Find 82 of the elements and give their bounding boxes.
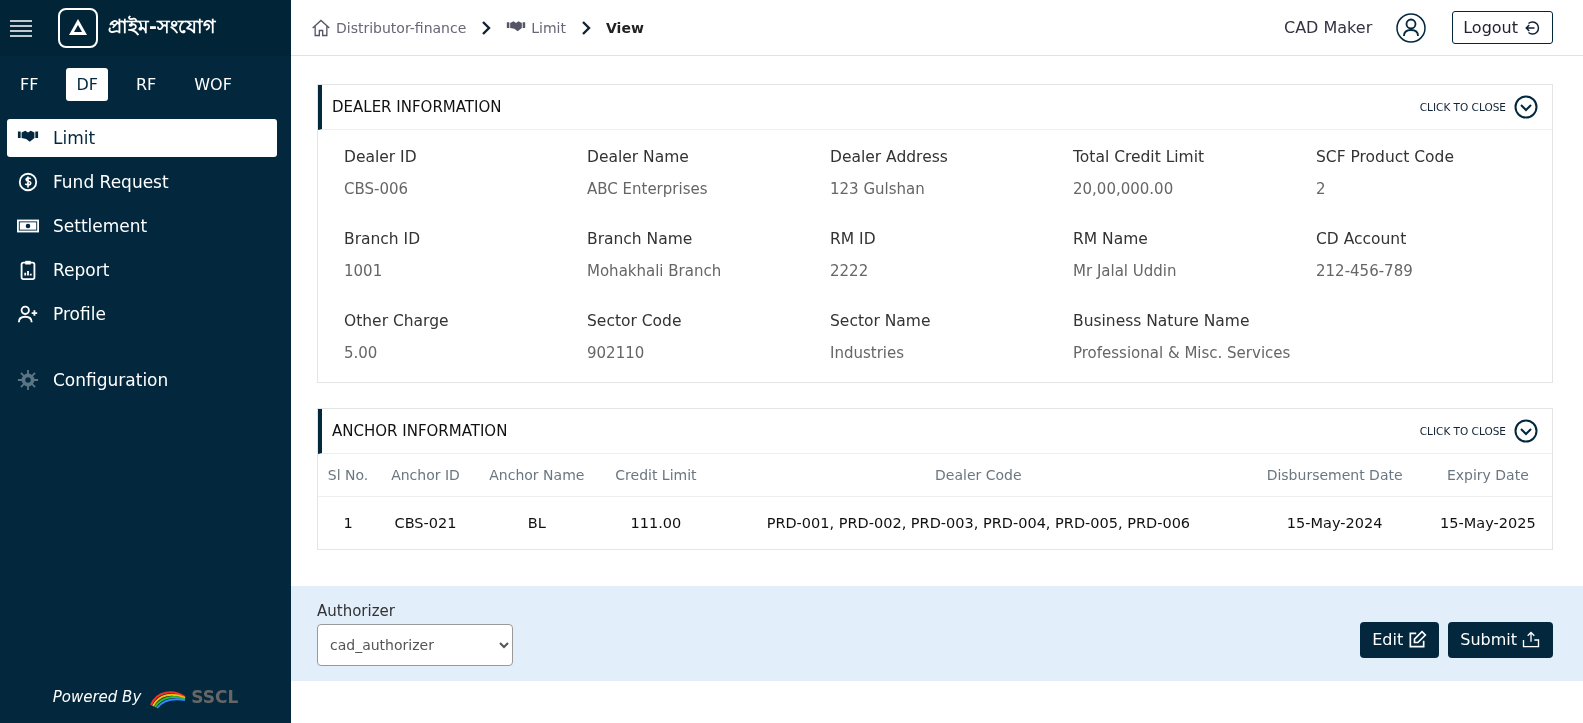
gear-icon (17, 369, 39, 391)
collapse-toggle[interactable]: CLICK TO CLOSE (1413, 418, 1544, 444)
field-value: Mohakhali Branch (587, 262, 723, 280)
sidebar-item[interactable]: Fund Request (7, 163, 277, 201)
chevron-right-icon (480, 20, 493, 35)
field-label: Sector Code (587, 312, 683, 330)
sidebar-item[interactable]: Settlement (7, 207, 277, 245)
field-label: RM ID (830, 230, 877, 248)
field-label: SCF Product Code (1316, 148, 1455, 166)
breadcrumb-item: View (606, 19, 644, 36)
menu-icon[interactable] (10, 19, 32, 37)
field-value: 5.00 (344, 344, 379, 362)
field-label: Total Credit Limit (1073, 148, 1206, 166)
field-label: Dealer ID (344, 148, 418, 166)
powered-by-label: Powered By (52, 688, 142, 706)
user-avatar-icon[interactable] (1396, 12, 1427, 43)
field-value: ABC Enterprises (587, 180, 709, 198)
column-header: Expiry Date (1423, 454, 1552, 497)
column-header: Credit Limit (600, 454, 712, 497)
module-tab[interactable]: RF (125, 68, 167, 101)
module-tab[interactable]: WOF (184, 68, 242, 101)
field-value: Industries (830, 344, 906, 362)
dollar-icon (17, 171, 39, 193)
section-title: ANCHOR INFORMATION (332, 422, 509, 440)
field-label: Branch Name (587, 230, 694, 248)
field-label: Branch ID (344, 230, 422, 248)
collapse-toggle[interactable]: CLICK TO CLOSE (1413, 94, 1544, 120)
field-label: Sector Name (830, 312, 932, 330)
module-tab[interactable]: DF (66, 68, 108, 101)
field-value: 212-456-789 (1316, 262, 1414, 280)
field-value: 902110 (587, 344, 646, 362)
table-cell: 111.00 (600, 496, 712, 549)
field-label: Dealer Address (830, 148, 949, 166)
module-tab[interactable]: FF (10, 68, 49, 101)
field-value: Professional & Misc. Services (1073, 344, 1292, 362)
field-value: 2 (1316, 180, 1327, 198)
field-value: 123 Gulshan (830, 180, 926, 198)
field-label: Business Nature Name (1073, 312, 1251, 330)
submit-button[interactable]: Submit (1448, 621, 1553, 658)
chevron-down-icon (1514, 419, 1538, 443)
field-value: Mr Jalal Uddin (1073, 262, 1178, 280)
chevron-right-icon (580, 20, 592, 35)
edit-button[interactable]: Edit (1360, 621, 1440, 658)
user-name: CAD Maker (1283, 18, 1373, 37)
logout-button[interactable]: Logout (1452, 11, 1553, 44)
sidebar-item[interactable]: Configuration (7, 361, 277, 399)
column-header: Sl No. (318, 454, 378, 497)
column-header: Anchor Name (473, 454, 601, 497)
table-cell: 1 (318, 496, 378, 549)
field-label: Dealer Name (587, 148, 690, 166)
sidebar-item[interactable]: Report (7, 251, 277, 289)
logout-icon (1524, 18, 1542, 37)
logo-icon (58, 8, 98, 48)
authorizer-select[interactable]: cad_authorizer (317, 623, 513, 666)
field-label: Other Charge (344, 312, 450, 330)
authorizer-label: Authorizer (317, 601, 396, 620)
brand-name: প্রাইম-সংযোগ (108, 14, 215, 39)
section-title: DEALER INFORMATION (332, 98, 503, 116)
user-plus-icon (17, 303, 39, 325)
field-value: CBS-006 (344, 180, 410, 198)
table-cell: CBS-021 (378, 496, 473, 549)
column-header: Dealer Code (711, 454, 1246, 497)
sidebar-item[interactable]: Limit (7, 119, 277, 157)
column-header: Anchor ID (378, 454, 473, 497)
breadcrumb-item[interactable]: Distributor-finance (311, 17, 467, 38)
vendor-logo: SSCL (149, 685, 239, 709)
field-label: CD Account (1316, 230, 1408, 248)
sidebar-item[interactable]: Profile (7, 295, 277, 333)
field-label: RM Name (1073, 230, 1149, 248)
table-cell: PRD-001, PRD-002, PRD-003, PRD-004, PRD-005, PRD-006 (711, 496, 1246, 549)
chevron-down-icon (1514, 95, 1538, 119)
pencil-icon (1407, 629, 1428, 650)
column-header: Disbursement Date (1245, 454, 1424, 497)
table-cell: 15-May-2025 (1423, 496, 1552, 549)
field-value: 2222 (830, 262, 870, 280)
upload-icon (1521, 629, 1541, 650)
field-value: 20,00,000.00 (1073, 180, 1175, 198)
field-value: 1001 (344, 262, 384, 280)
table-cell: 15-May-2024 (1245, 496, 1424, 549)
table-cell: BL (473, 496, 601, 549)
home-icon (311, 17, 331, 38)
breadcrumb-item[interactable]: Limit (506, 17, 566, 38)
